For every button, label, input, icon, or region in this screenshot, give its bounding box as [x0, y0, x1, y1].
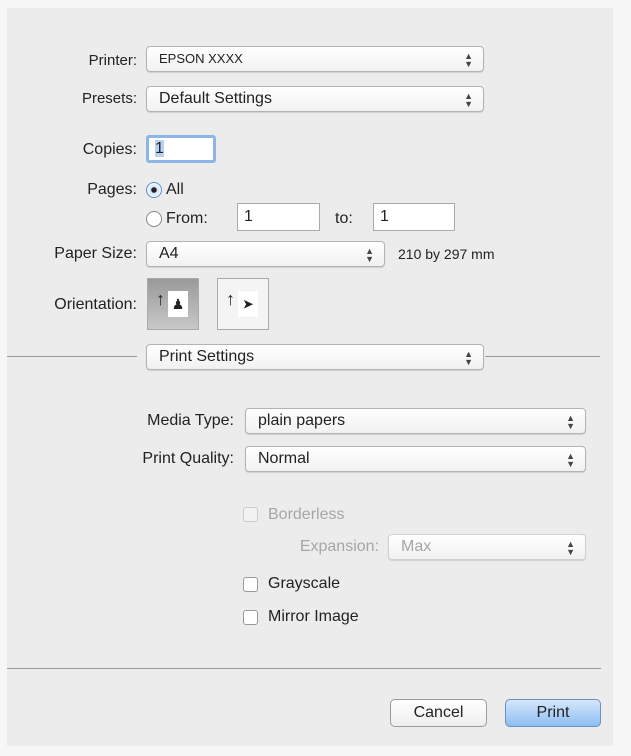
up-down-arrows-icon: ▲ ▼ [566, 451, 575, 469]
orientation-landscape-button[interactable]: ↑ ➤ [217, 278, 269, 330]
mirror-image-label: Mirror Image [268, 608, 359, 625]
copies-label: Copies: [82, 141, 137, 158]
pages-label: Pages: [87, 181, 137, 198]
paper-size-popup[interactable]: A4 ▲ ▼ [146, 241, 385, 267]
up-arrow-icon: ↑ [156, 289, 165, 309]
copies-value: 1 [155, 140, 164, 157]
divider [7, 356, 137, 357]
pages-all-radio[interactable] [146, 182, 162, 198]
printer-label: Printer: [88, 52, 137, 69]
media-type-label: Media Type: [147, 412, 234, 429]
orientation-portrait-button[interactable]: ↑ ♟ [147, 278, 199, 330]
paper-size-value: A4 [159, 245, 179, 262]
borderless-label: Borderless [268, 506, 345, 523]
pages-from-label: From: [166, 210, 208, 227]
portrait-person-icon: ♟ [168, 291, 188, 317]
paper-dimensions: 210 by 297 mm [398, 246, 495, 262]
print-quality-value: Normal [258, 450, 310, 467]
print-quality-popup[interactable]: Normal ▲ ▼ [245, 446, 586, 472]
up-down-arrows-icon: ▲ ▼ [365, 246, 374, 264]
print-dialog [7, 8, 613, 746]
media-type-popup[interactable]: plain papers ▲ ▼ [245, 408, 586, 434]
copies-input[interactable]: 1 [146, 135, 216, 163]
grayscale-checkbox[interactable] [243, 577, 258, 592]
borderless-checkbox[interactable] [243, 507, 258, 522]
presets-value: Default Settings [159, 90, 272, 107]
pages-to-input[interactable]: 1 [373, 203, 455, 231]
up-down-arrows-icon: ▲ ▼ [464, 91, 473, 109]
presets-label: Presets: [81, 90, 137, 107]
orientation-label: Orientation: [54, 296, 137, 313]
expansion-value: Max [401, 538, 432, 555]
up-down-arrows-icon: ▲ ▼ [464, 51, 473, 69]
up-down-arrows-icon: ▲ ▼ [566, 539, 575, 557]
print-quality-label: Print Quality: [142, 450, 234, 467]
landscape-person-icon: ➤ [238, 291, 258, 317]
up-down-arrows-icon: ▲ ▼ [566, 413, 575, 431]
pages-from-radio[interactable] [146, 211, 162, 227]
printer-popup[interactable]: EPSON XXXX ▲ ▼ [146, 46, 484, 72]
up-down-arrows-icon: ▲ ▼ [464, 349, 473, 367]
expansion-label: Expansion: [299, 538, 379, 555]
pages-from-input[interactable]: 1 [237, 203, 320, 231]
media-type-value: plain papers [258, 412, 346, 429]
up-arrow-icon: ↑ [226, 289, 235, 309]
divider [7, 668, 601, 669]
section-value: Print Settings [159, 348, 255, 365]
grayscale-label: Grayscale [268, 575, 341, 592]
mirror-image-checkbox[interactable] [243, 610, 258, 625]
pages-all-label: All [166, 181, 184, 198]
section-popup[interactable]: Print Settings ▲ ▼ [146, 344, 484, 370]
print-button[interactable]: Print [505, 699, 601, 727]
paper-size-label: Paper Size: [54, 245, 137, 262]
printer-value: EPSON XXXX [159, 51, 243, 66]
divider [485, 356, 600, 357]
presets-popup[interactable]: Default Settings ▲ ▼ [146, 86, 484, 112]
pages-to-label: to: [335, 210, 353, 227]
cancel-button[interactable]: Cancel [390, 699, 487, 727]
expansion-popup[interactable]: Max ▲ ▼ [388, 534, 586, 560]
